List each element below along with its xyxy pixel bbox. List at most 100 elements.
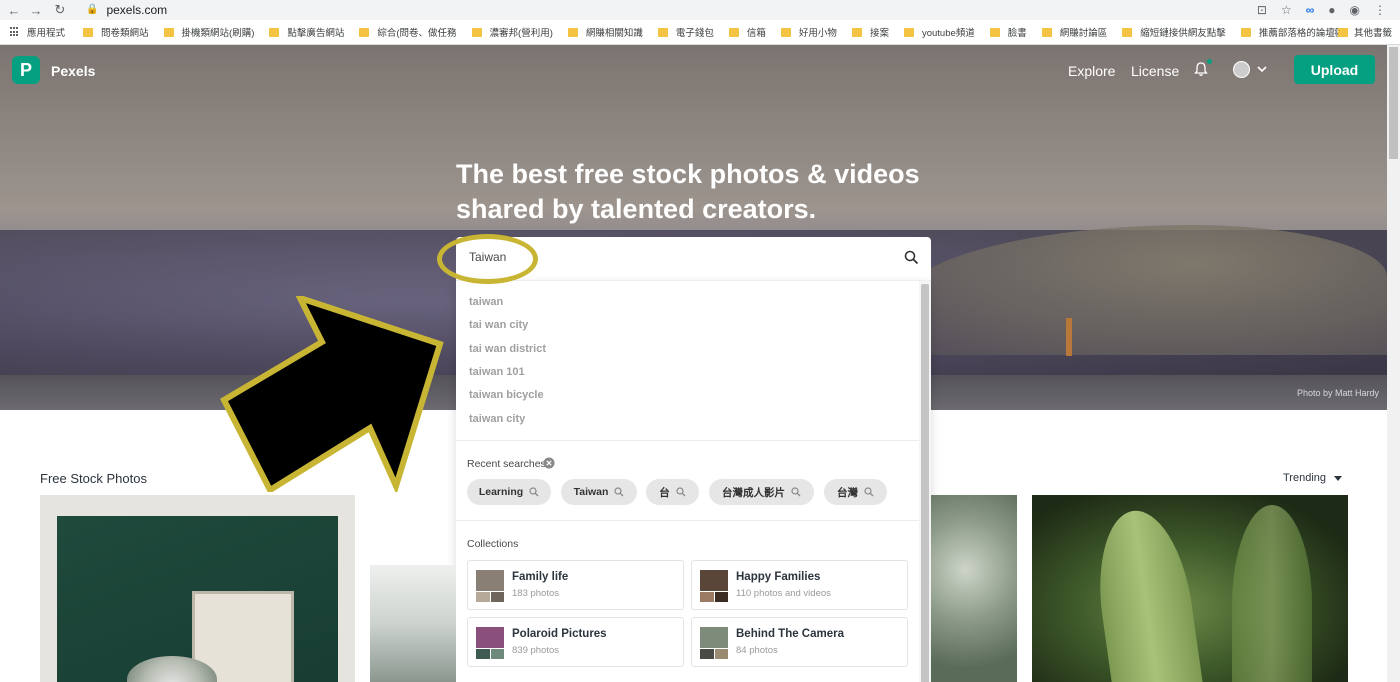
- folder-icon: [989, 27, 1000, 37]
- clear-icon[interactable]: [543, 457, 555, 469]
- section-title: Free Stock Photos: [40, 471, 147, 486]
- search-icon: [864, 487, 874, 497]
- page-scrollbar[interactable]: [1387, 45, 1400, 682]
- bookmark-apps[interactable]: 應用程式: [10, 25, 65, 39]
- extension-icon[interactable]: ∞: [1306, 3, 1315, 17]
- suggestion-item[interactable]: taiwan 101: [469, 366, 525, 378]
- suggestion-item[interactable]: tai wan city: [469, 319, 528, 331]
- caret-down-icon: [1334, 475, 1343, 481]
- recent-search-chip[interactable]: 台灣成人影片: [709, 479, 814, 505]
- translate-icon[interactable]: ⊡: [1257, 3, 1267, 17]
- bookmark-item[interactable]: youtube頻道: [903, 25, 975, 39]
- folder-icon: [359, 27, 370, 37]
- recent-searches-label: Recent searches: [467, 458, 546, 470]
- search-icon[interactable]: [904, 250, 919, 265]
- recent-search-chip[interactable]: 台: [646, 479, 699, 505]
- folder-icon: [851, 27, 862, 37]
- bookmark-item[interactable]: 掛機類網站(刷購): [163, 25, 254, 39]
- bookmark-item[interactable]: 臉書: [989, 25, 1027, 39]
- sort-dropdown[interactable]: Trending: [1283, 472, 1343, 484]
- profile-icon[interactable]: ◉: [1350, 3, 1360, 17]
- address-bar[interactable]: 🔒 pexels.com: [76, 1, 1286, 18]
- suggestion-item[interactable]: taiwan city: [469, 413, 525, 425]
- collection-card[interactable]: Family life 183 photos: [467, 560, 684, 610]
- back-icon[interactable]: ←: [4, 0, 24, 20]
- suggestion-item[interactable]: taiwan: [469, 296, 503, 308]
- recent-search-chip[interactable]: 台灣: [824, 479, 887, 505]
- reload-icon[interactable]: ↻: [50, 0, 70, 20]
- collection-card[interactable]: Happy Families 110 photos and videos: [691, 560, 908, 610]
- page-scroll-thumb[interactable]: [1389, 47, 1398, 159]
- bookmark-item[interactable]: 網賺相關知識: [567, 25, 643, 39]
- bookmark-item[interactable]: 信箱: [728, 25, 766, 39]
- photo-image: [57, 516, 338, 682]
- forward-icon[interactable]: →: [26, 0, 46, 20]
- avatar[interactable]: [1233, 61, 1250, 78]
- photo-card[interactable]: [370, 565, 456, 682]
- bookmarks-bar: 應用程式 問卷類網站 掛機類網站(刷購) 點擊廣告網站 綜合(問卷、做任務 濃審…: [0, 20, 1400, 45]
- collection-thumbnail: [476, 627, 504, 659]
- folder-icon: [471, 27, 482, 37]
- chevron-down-icon[interactable]: [1257, 64, 1267, 74]
- search-icon: [676, 487, 686, 497]
- bookmark-item[interactable]: 推薦部落格的論壇區: [1240, 25, 1344, 39]
- photo-card[interactable]: [40, 495, 355, 682]
- recent-search-chip[interactable]: Learning: [467, 479, 551, 505]
- photo-card[interactable]: [1032, 495, 1348, 682]
- folder-icon: [903, 27, 914, 37]
- folder-icon: [269, 27, 280, 37]
- bookmark-item[interactable]: 點擊廣告網站: [269, 25, 344, 39]
- nav-explore[interactable]: Explore: [1068, 63, 1115, 79]
- collection-thumbnail: [700, 570, 728, 602]
- folder-icon: [728, 27, 739, 37]
- lock-icon: 🔒: [86, 4, 99, 15]
- dropdown-scroll-thumb[interactable]: [921, 284, 929, 682]
- suggestion-item[interactable]: tai wan district: [469, 343, 546, 355]
- url-text: pexels.com: [106, 2, 168, 17]
- notification-dot: [1207, 59, 1212, 64]
- hero-post: [1066, 318, 1072, 356]
- other-bookmarks[interactable]: 其他書籤: [1337, 25, 1392, 39]
- collections-label: Collections: [467, 538, 519, 550]
- folder-icon: [83, 27, 94, 37]
- bookmark-item[interactable]: 濃審邦(營利用): [471, 25, 553, 39]
- collection-card[interactable]: Behind The Camera 84 photos: [691, 617, 908, 667]
- search-icon: [791, 487, 801, 497]
- folder-icon: [163, 27, 174, 37]
- bookmark-item[interactable]: 網賺討論區: [1041, 25, 1107, 39]
- upload-button[interactable]: Upload: [1294, 55, 1375, 84]
- bookmark-item[interactable]: 問卷類網站: [83, 25, 149, 39]
- bookmark-item[interactable]: 接案: [851, 25, 889, 39]
- folder-icon: [657, 27, 668, 37]
- apps-grid-icon: [10, 27, 20, 37]
- bookmark-item[interactable]: 好用小物: [780, 25, 837, 39]
- folder-icon: [567, 27, 578, 37]
- bookmark-item[interactable]: 電子錢包: [657, 25, 714, 39]
- folder-icon: [1041, 27, 1052, 37]
- photo-card[interactable]: [931, 495, 1017, 682]
- menu-icon[interactable]: ⋮: [1374, 3, 1386, 17]
- search-icon: [529, 487, 539, 497]
- nav-license[interactable]: License: [1131, 63, 1179, 79]
- star-icon[interactable]: ☆: [1281, 3, 1292, 17]
- collection-card[interactable]: Polaroid Pictures 839 photos: [467, 617, 684, 667]
- bookmark-item[interactable]: 縮短鏈接供網友點擊: [1122, 25, 1226, 39]
- browser-toolbar: ← → ↻ 🔒 pexels.com ⊡ ☆ ∞ ● ◉ ⋮: [0, 0, 1400, 20]
- annotation-arrow-icon: [220, 296, 444, 492]
- divider: [456, 520, 919, 521]
- collection-thumbnail: [476, 570, 504, 602]
- folder-icon: [1337, 27, 1348, 37]
- search-dropdown: taiwan tai wan city tai wan district tai…: [456, 280, 931, 682]
- folder-icon: [1240, 27, 1251, 37]
- photo-credit[interactable]: Photo by Matt Hardy: [1297, 388, 1379, 398]
- suggestion-item[interactable]: taiwan bicycle: [469, 389, 544, 401]
- brand-name[interactable]: Pexels: [51, 63, 95, 79]
- bell-icon[interactable]: [1193, 61, 1209, 77]
- bookmark-item[interactable]: 綜合(問卷、做任務: [359, 25, 457, 39]
- extension-icon-2[interactable]: ●: [1328, 3, 1335, 17]
- photo-leaf: [1232, 505, 1312, 682]
- folder-icon: [1122, 27, 1133, 37]
- dropdown-scrollbar[interactable]: [919, 281, 931, 682]
- pexels-logo[interactable]: P: [12, 56, 40, 84]
- recent-search-chip[interactable]: Taiwan: [561, 479, 637, 505]
